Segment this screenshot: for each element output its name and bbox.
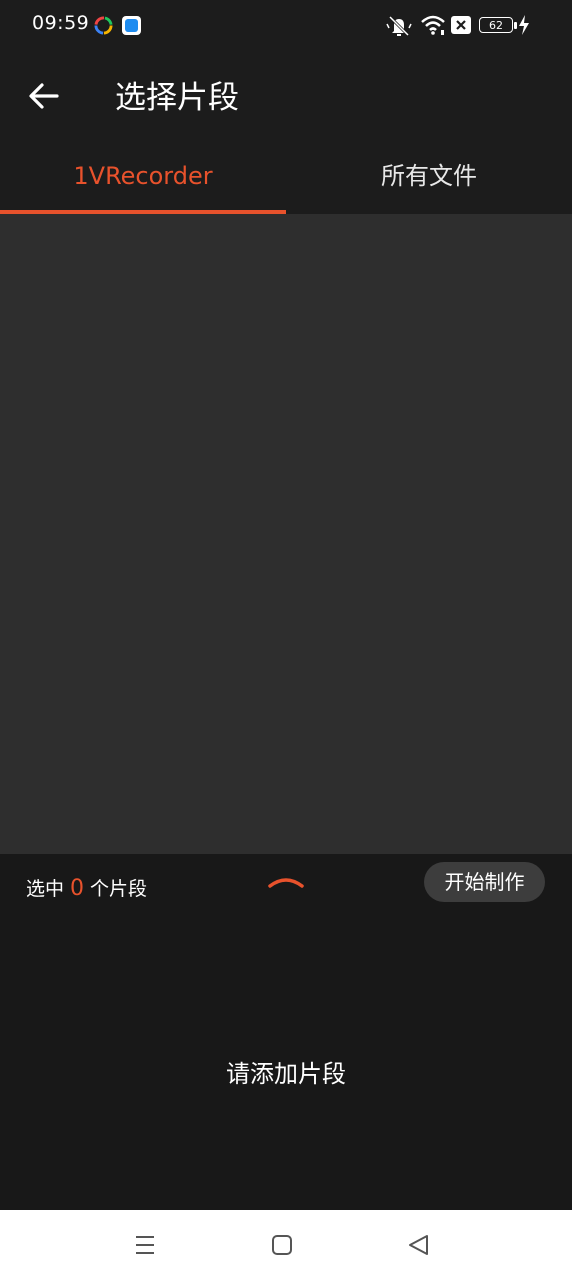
selected-count: 0 (70, 876, 85, 901)
status-bar: 09:59 62 (0, 0, 572, 52)
chevron-up-icon[interactable] (266, 870, 306, 894)
battery-level: 62 (479, 17, 513, 33)
charging-bolt-icon (519, 15, 529, 35)
back-arrow-icon[interactable] (22, 74, 68, 120)
wifi-icon (421, 15, 445, 35)
screen: 09:59 62 选择片段 1VRecorder 所有文件 选中 0 个片段 开… (0, 0, 572, 1280)
selected-prefix: 选中 (26, 878, 65, 900)
back-triangle-icon[interactable] (402, 1228, 436, 1262)
notification-x-icon (451, 16, 471, 34)
selection-panel: 选中 0 个片段 开始制作 请添加片段 (0, 854, 572, 1210)
clip-list-area[interactable] (0, 214, 572, 854)
tab-bar: 1VRecorder 所有文件 (0, 142, 572, 214)
home-square-icon[interactable] (265, 1228, 299, 1262)
bell-mute-icon (386, 15, 412, 37)
app-icon-multicolor (94, 16, 113, 35)
start-create-button[interactable]: 开始制作 (424, 862, 545, 902)
tab-all-files[interactable]: 所有文件 (286, 142, 572, 214)
battery-icon: 62 (479, 14, 519, 38)
menu-icon[interactable] (128, 1228, 162, 1262)
app-icon-blue (122, 16, 141, 35)
selected-suffix: 个片段 (90, 878, 148, 900)
selected-count-info: 选中 0 个片段 (26, 874, 147, 904)
page-title: 选择片段 (115, 80, 239, 116)
app-header: 选择片段 (0, 52, 572, 142)
system-nav-bar (0, 1210, 572, 1280)
tab-1vrecorder[interactable]: 1VRecorder (0, 142, 286, 214)
empty-hint: 请添加片段 (226, 1060, 346, 1088)
status-time: 09:59 (32, 12, 90, 34)
